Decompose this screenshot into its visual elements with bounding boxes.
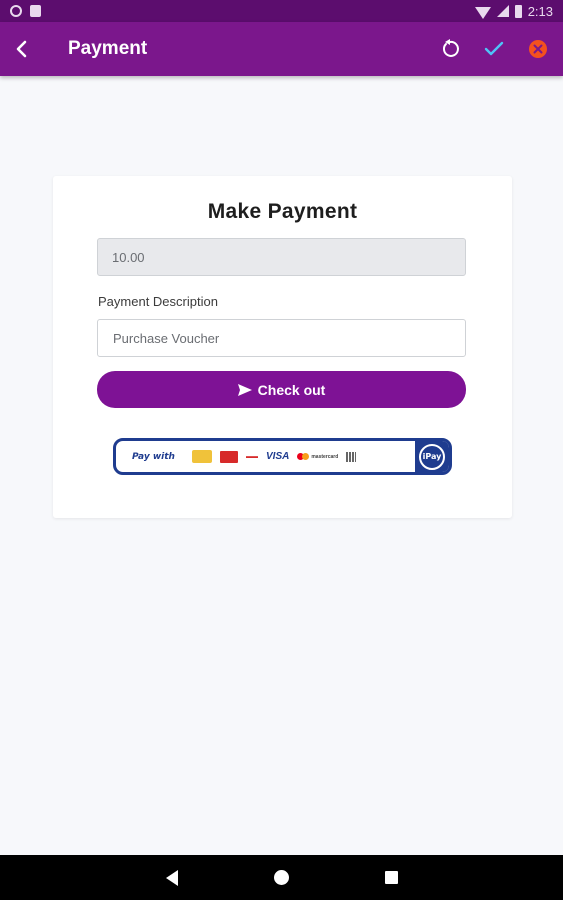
ipay-logo: iPay (419, 443, 445, 470)
checkout-label: Check out (257, 381, 326, 398)
system-nav-bar (0, 855, 563, 900)
ipay-badge: iPay (415, 441, 449, 472)
description-label: Payment Description (98, 294, 218, 309)
qr-logo-icon (346, 451, 357, 462)
bank-logo-icon (220, 450, 238, 463)
refresh-icon (443, 39, 459, 57)
amount-field[interactable]: 10.00 (97, 238, 466, 276)
visa-logo: VISA (266, 451, 290, 462)
app-bar: Payment (0, 22, 563, 76)
status-left-icons (10, 5, 41, 17)
back-button[interactable] (0, 22, 44, 76)
refresh-button[interactable] (437, 36, 463, 62)
card-title: Make Payment (207, 200, 358, 223)
nav-recents-icon[interactable] (384, 871, 398, 884)
send-icon (237, 383, 252, 396)
wallet-logo-icon: ▬▬ (246, 453, 258, 460)
app-bar-actions (437, 36, 551, 62)
back-arrow-icon (16, 40, 27, 58)
pay-with-text: Pay with (132, 451, 175, 462)
status-bar: 2:13 (0, 0, 563, 22)
confirm-button[interactable] (481, 36, 507, 62)
close-circle-icon (529, 40, 547, 58)
mastercard-text: mastercard (311, 453, 339, 460)
payment-card: Make Payment 10.00 Payment Description P… (53, 176, 512, 518)
payment-logos: ▬▬ VISA mastercard (192, 450, 415, 463)
settings-gear-icon (10, 5, 22, 17)
wifi-icon (474, 7, 491, 19)
signal-icon (496, 5, 509, 17)
checkout-button[interactable]: Check out (97, 371, 466, 408)
check-icon (484, 41, 504, 56)
nav-back-icon[interactable] (165, 869, 178, 886)
sim-card-icon (30, 5, 41, 17)
mastercard-logo: mastercard (297, 453, 338, 460)
status-time: 2:13 (527, 3, 553, 19)
card-logo-icon (192, 450, 212, 463)
description-placeholder: Purchase Voucher (113, 330, 220, 346)
close-button[interactable] (525, 36, 551, 62)
amount-value: 10.00 (112, 249, 145, 265)
pay-with-banner: Pay with ▬▬ VISA mastercard iPay (113, 438, 452, 475)
battery-icon (514, 4, 522, 18)
mastercard-orange-circle (302, 453, 310, 460)
page-title: Payment (68, 38, 148, 59)
status-right-icons: 2:13 (474, 3, 553, 19)
nav-home-icon[interactable] (273, 870, 289, 885)
description-input[interactable]: Purchase Voucher (97, 319, 466, 357)
